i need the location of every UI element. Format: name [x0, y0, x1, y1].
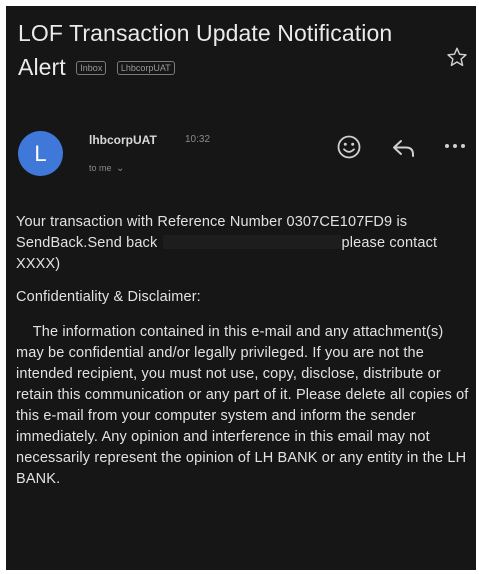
chevron-down-icon[interactable]: ⌄	[116, 163, 124, 174]
recipient-label: to me	[89, 163, 112, 173]
recipient-toggle[interactable]: to me ⌄	[89, 163, 124, 174]
email-subject: LOF Transaction Update Notification Aler…	[18, 16, 438, 84]
label-inbox[interactable]: Inbox	[76, 61, 107, 75]
reply-icon[interactable]	[391, 137, 417, 159]
email-time: 10:32	[185, 134, 211, 145]
disclaimer-text: The information contained in this e-mail…	[16, 324, 473, 487]
transaction-message: Your transaction with Reference Number 0…	[16, 212, 471, 275]
star-icon[interactable]	[446, 46, 468, 68]
subject-text: LOF Transaction Update Notification Aler…	[18, 20, 393, 80]
sender-name[interactable]: lhbcorpUAT	[89, 133, 157, 147]
disclaimer-title: Confidentiality & Disclaimer:	[16, 289, 201, 305]
label-lhbcorpuat[interactable]: LhbcorpUAT	[116, 61, 175, 75]
emoji-icon[interactable]	[336, 134, 362, 160]
email-body: Your transaction with Reference Number 0…	[16, 212, 471, 490]
email-view: LOF Transaction Update Notification Aler…	[6, 6, 476, 570]
more-icon[interactable]	[443, 139, 467, 153]
sender-avatar[interactable]: L	[18, 131, 63, 176]
redacted-block	[162, 235, 341, 249]
